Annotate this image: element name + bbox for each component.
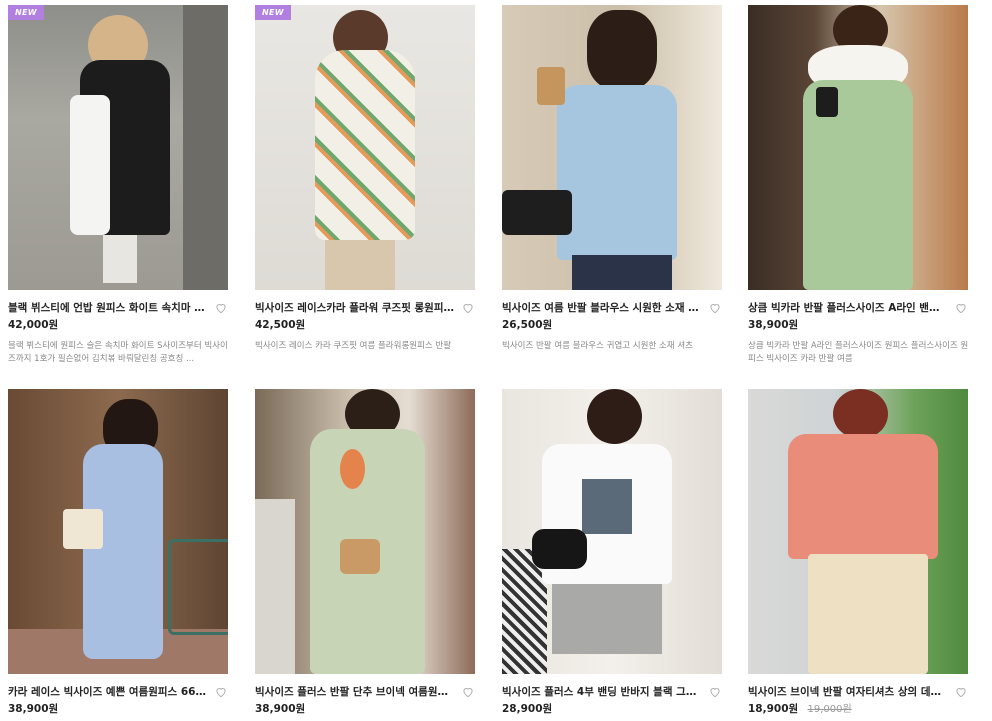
product-price: 18,900원	[748, 703, 799, 715]
product-image[interactable]	[748, 5, 968, 290]
product-card[interactable]: NEW 블랙 뷔스티에 언밥 원피스 화이트 속치마 S부터 빅사이즈 2XL까…	[8, 5, 228, 366]
product-price: 42,000원	[8, 319, 59, 331]
product-price: 38,900원	[255, 703, 306, 715]
product-image[interactable]	[502, 5, 722, 290]
product-card[interactable]: NEW 빅사이즈 레이스카라 플라워 쿠즈핏 롱원피스 여름 42,500원 빅…	[255, 5, 475, 353]
product-price: 42,500원	[255, 319, 306, 331]
product-description: 상큼 빅카라 반팔 A라인 플러스사이즈 원피스 플러스사이즈 원피스 빅사이즈…	[748, 341, 969, 364]
product-title[interactable]: 블랙 뷔스티에 언밥 원피스 화이트 속치마 S부터 빅사이즈 2XL까지	[8, 301, 208, 315]
heart-icon[interactable]	[954, 685, 968, 699]
product-price: 26,500원	[502, 319, 553, 331]
product-title[interactable]: 빅사이즈 레이스카라 플라워 쿠즈핏 롱원피스 여름	[255, 301, 455, 315]
product-grid: NEW 블랙 뷔스티에 언밥 원피스 화이트 속치마 S부터 빅사이즈 2XL까…	[0, 0, 992, 721]
heart-icon[interactable]	[214, 685, 228, 699]
product-description: 블랙 뷔스티에 원피스 슬은 속치마 화이트 S사이즈부터 빅사이즈까지 1호가…	[8, 341, 228, 364]
heart-icon[interactable]	[708, 301, 722, 315]
new-badge: NEW	[8, 5, 44, 20]
heart-icon[interactable]	[461, 301, 475, 315]
heart-icon[interactable]	[954, 301, 968, 315]
product-image[interactable]	[8, 389, 228, 674]
product-description: 빅사이즈 반팔 여름 블라우스 귀엽고 시원한 소재 셔츠	[502, 341, 693, 351]
product-title[interactable]: 상큼 빅카라 반팔 플러스사이즈 A라인 밴딩 원피스	[748, 301, 948, 315]
original-price: 19,000원	[807, 704, 852, 715]
product-title[interactable]: 카라 레이스 빅사이즈 예쁜 여름원피스 66 77 88	[8, 685, 208, 699]
product-price: 38,900원	[8, 703, 59, 715]
product-card[interactable]: 상큼 빅카라 반팔 플러스사이즈 A라인 밴딩 원피스 38,900원 상큼 빅…	[748, 5, 968, 366]
product-card[interactable]: 빅사이즈 플러스 4부 밴딩 반바지 블랙 그레이 여름 28,900원	[502, 389, 722, 716]
product-card[interactable]: 빅사이즈 플러스 반팔 단추 브이넥 여름원피스 롱원피스 38,900원	[255, 389, 475, 716]
product-price: 28,900원	[502, 703, 553, 715]
heart-icon[interactable]	[214, 301, 228, 315]
heart-icon[interactable]	[461, 685, 475, 699]
product-title[interactable]: 빅사이즈 여름 반팔 블라우스 시원한 소재 귀여운 셔츠	[502, 301, 702, 315]
product-card[interactable]: 카라 레이스 빅사이즈 예쁜 여름원피스 66 77 88 38,900원	[8, 389, 228, 716]
product-image[interactable]	[748, 389, 968, 674]
heart-icon[interactable]	[708, 685, 722, 699]
product-image[interactable]: NEW	[255, 5, 475, 290]
new-badge: NEW	[255, 5, 291, 20]
product-image[interactable]	[255, 389, 475, 674]
product-title[interactable]: 빅사이즈 플러스 반팔 단추 브이넥 여름원피스 롱원피스	[255, 685, 455, 699]
product-title[interactable]: 빅사이즈 플러스 4부 밴딩 반바지 블랙 그레이 여름	[502, 685, 702, 699]
product-card[interactable]: 빅사이즈 브이넥 반팔 여자티셔츠 상의 데일리 코디 18,900원 19,0…	[748, 389, 968, 716]
product-image[interactable]: NEW	[8, 5, 228, 290]
product-description: 빅사이즈 레이스 카라 쿠즈핏 여름 플라워롱원피스 반팔	[255, 341, 452, 351]
product-title[interactable]: 빅사이즈 브이넥 반팔 여자티셔츠 상의 데일리 코디	[748, 685, 948, 699]
product-price: 38,900원	[748, 319, 799, 331]
product-image[interactable]	[502, 389, 722, 674]
product-card[interactable]: 빅사이즈 여름 반팔 블라우스 시원한 소재 귀여운 셔츠 26,500원 빅사…	[502, 5, 722, 353]
